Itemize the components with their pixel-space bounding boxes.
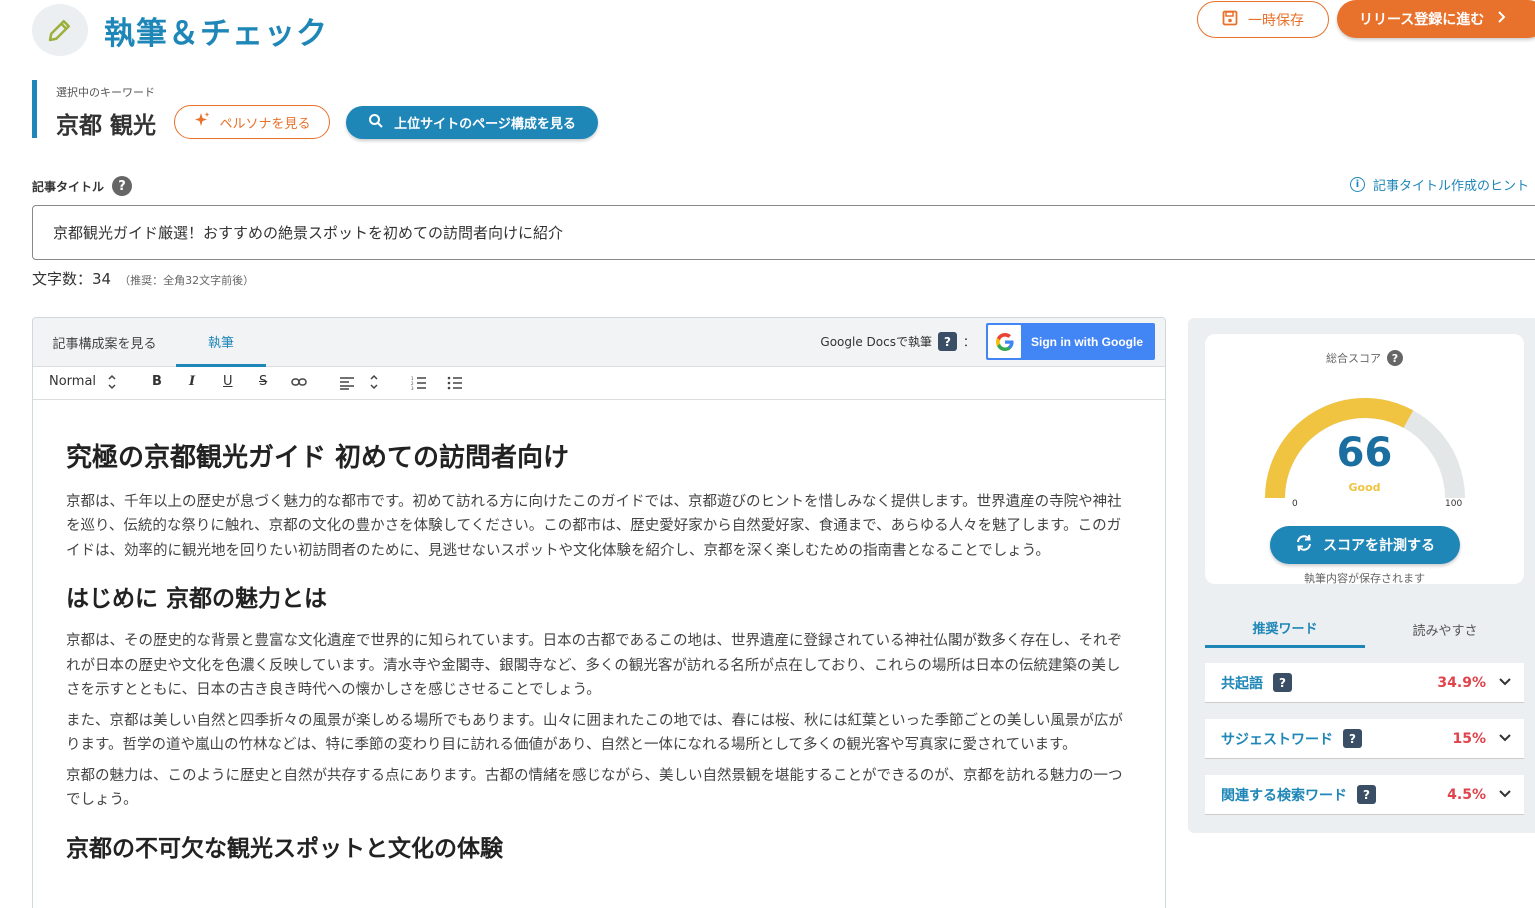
release-button[interactable]: リリース登録に進む bbox=[1337, 0, 1535, 38]
article-title-input[interactable]: 京都観光ガイド厳選！おすすめの絶景スポットを初めての訪問者向けに紹介 bbox=[32, 205, 1535, 260]
sparkle-icon bbox=[193, 111, 211, 133]
chevron-down-icon bbox=[1498, 730, 1512, 749]
accordion-label: 関連する検索ワード bbox=[1221, 787, 1347, 804]
accordion-percent: 15% bbox=[1452, 730, 1486, 747]
google-docs-text: Google Docsで執筆 bbox=[820, 335, 932, 349]
temporary-save-button[interactable]: 一時保存 bbox=[1197, 1, 1329, 38]
article-title-label-text: 記事タイトル bbox=[32, 179, 105, 194]
save-label: 一時保存 bbox=[1248, 12, 1304, 29]
structure-label: 上位サイトのページ構成を見る bbox=[394, 117, 576, 132]
title-hint-link[interactable]: i 記事タイトル作成のヒント bbox=[1350, 175, 1529, 194]
measure-score-label: スコアを計測する bbox=[1323, 538, 1435, 554]
editor-tabbar: 記事構成案を見る 執筆 Google Docsで執筆 ? ： Sign in w… bbox=[33, 318, 1165, 367]
article-heading-2: 京都の不可欠な観光スポットと文化の体験 bbox=[66, 835, 503, 862]
article-paragraph: また、京都は美しい自然と四季折々の風景が楽しめる場所でもあります。山々に囲まれた… bbox=[66, 712, 1123, 754]
accordion-suggest-words[interactable]: サジェストワード ? 15% bbox=[1205, 719, 1524, 759]
accordion-label: 共起語 bbox=[1221, 675, 1263, 692]
pencil-icon bbox=[32, 4, 88, 56]
style-updown-icon[interactable] bbox=[107, 373, 117, 395]
align-updown-icon[interactable] bbox=[369, 373, 379, 395]
help-icon[interactable]: ? bbox=[937, 332, 957, 351]
text-style-select[interactable]: Normal bbox=[49, 374, 96, 389]
accordion-percent: 34.9% bbox=[1437, 674, 1486, 691]
release-label: リリース登録に進む bbox=[1359, 12, 1485, 28]
bullet-list-icon[interactable] bbox=[447, 376, 463, 394]
google-signin-button[interactable]: Sign in with Google bbox=[986, 323, 1155, 360]
info-icon: i bbox=[1350, 177, 1365, 192]
character-count: 文字数：34 （推奨：全角32文字前後） bbox=[32, 268, 254, 289]
chevron-down-icon bbox=[1498, 786, 1512, 805]
help-icon[interactable]: ? bbox=[1273, 673, 1292, 692]
article-paragraph: 京都は、千年以上の歴史が息づく魅力的な都市です。初めて訪れる方に向けたこのガイド… bbox=[66, 493, 1122, 559]
keyword-accent-bar bbox=[32, 80, 37, 138]
google-signin-label: Sign in with Google bbox=[1031, 334, 1143, 349]
top-site-structure-button[interactable]: 上位サイトのページ構成を見る bbox=[346, 106, 598, 139]
total-score-text: 総合スコア bbox=[1326, 352, 1381, 365]
underline-button[interactable]: U bbox=[223, 374, 233, 389]
title-hint-text: 記事タイトル作成のヒント bbox=[1373, 179, 1530, 194]
editor-panel: 記事構成案を見る 執筆 Google Docsで執筆 ? ： Sign in w… bbox=[32, 317, 1166, 908]
article-heading-2: はじめに 京都の魅力とは bbox=[66, 586, 328, 613]
keyword-label: 選択中のキーワード bbox=[56, 86, 155, 99]
strikethrough-button[interactable]: S bbox=[259, 374, 267, 389]
chevron-down-icon bbox=[1498, 674, 1512, 693]
accordion-label: サジェストワード bbox=[1221, 731, 1333, 748]
tab-writing[interactable]: 執筆 bbox=[176, 318, 266, 367]
refresh-icon bbox=[1295, 534, 1313, 556]
search-icon bbox=[368, 113, 384, 133]
score-sidebar: 総合スコア ? 66 Good 0 100 スコアを計測する 執筆内容が保存され… bbox=[1188, 318, 1535, 833]
ordered-list-icon[interactable]: 123 bbox=[411, 376, 427, 394]
persona-label: ペルソナを見る bbox=[219, 116, 311, 132]
accordion-percent: 4.5% bbox=[1447, 786, 1486, 803]
article-paragraph: 京都は、その歴史的な背景と豊富な文化遺産で世界的に知られています。日本の古都であ… bbox=[66, 633, 1123, 699]
link-icon[interactable] bbox=[291, 376, 307, 392]
article-title-label: 記事タイトル ? bbox=[32, 176, 133, 196]
tab-recommended-words[interactable]: 推奨ワード bbox=[1205, 610, 1365, 648]
score-value: 66 bbox=[1336, 430, 1393, 476]
persona-button[interactable]: ペルソナを見る bbox=[174, 105, 330, 139]
tab-article-structure[interactable]: 記事構成案を見る bbox=[33, 318, 176, 367]
format-toolbar: Normal B I U S 123 bbox=[33, 367, 1165, 400]
chevron-right-icon bbox=[1496, 11, 1506, 27]
tab-readability[interactable]: 読みやすさ bbox=[1365, 610, 1525, 648]
bold-button[interactable]: B bbox=[152, 374, 162, 389]
character-count-note: （推奨：全角32文字前後） bbox=[119, 274, 255, 287]
help-icon[interactable]: ? bbox=[1357, 785, 1376, 804]
gauge-max-label: 100 bbox=[1445, 499, 1463, 509]
article-heading-1: 究極の京都観光ガイド 初めての訪問者向け bbox=[66, 443, 570, 473]
help-icon[interactable]: ? bbox=[112, 176, 133, 196]
score-grade: Good bbox=[1348, 481, 1381, 494]
google-logo-icon bbox=[988, 325, 1021, 358]
article-paragraph: 京都の魅力は、このように歴史と自然が共存する点にあります。古都の情緒を感じながら… bbox=[66, 767, 1123, 809]
measure-score-button[interactable]: スコアを計測する bbox=[1270, 526, 1460, 564]
accordion-cooccurrence[interactable]: 共起語 ? 34.9% bbox=[1205, 663, 1524, 703]
score-card: 総合スコア ? 66 Good 0 100 スコアを計測する 執筆内容が保存され… bbox=[1205, 334, 1524, 585]
editor-content[interactable]: 究極の京都観光ガイド 初めての訪問者向け 京都は、千年以上の歴史が息づく魅力的な… bbox=[33, 400, 1165, 865]
italic-button[interactable]: I bbox=[189, 374, 195, 389]
page-title: 執筆＆チェック bbox=[104, 16, 328, 52]
save-icon bbox=[1222, 10, 1238, 30]
total-score-label: 総合スコア ? bbox=[1205, 350, 1524, 366]
help-icon[interactable]: ? bbox=[1343, 729, 1362, 748]
accordion-related-search[interactable]: 関連する検索ワード ? 4.5% bbox=[1205, 775, 1524, 815]
gauge-min-label: 0 bbox=[1292, 499, 1298, 509]
svg-text:3: 3 bbox=[411, 386, 414, 390]
keyword-value: 京都 観光 bbox=[56, 113, 157, 139]
google-docs-colon: ： bbox=[962, 335, 975, 349]
align-icon[interactable] bbox=[339, 376, 355, 394]
help-icon[interactable]: ? bbox=[1387, 350, 1403, 366]
character-count-value: 文字数：34 bbox=[32, 270, 112, 288]
saved-note: 執筆内容が保存されます bbox=[1304, 572, 1425, 585]
google-docs-label: Google Docsで執筆 ? ： bbox=[820, 332, 975, 351]
